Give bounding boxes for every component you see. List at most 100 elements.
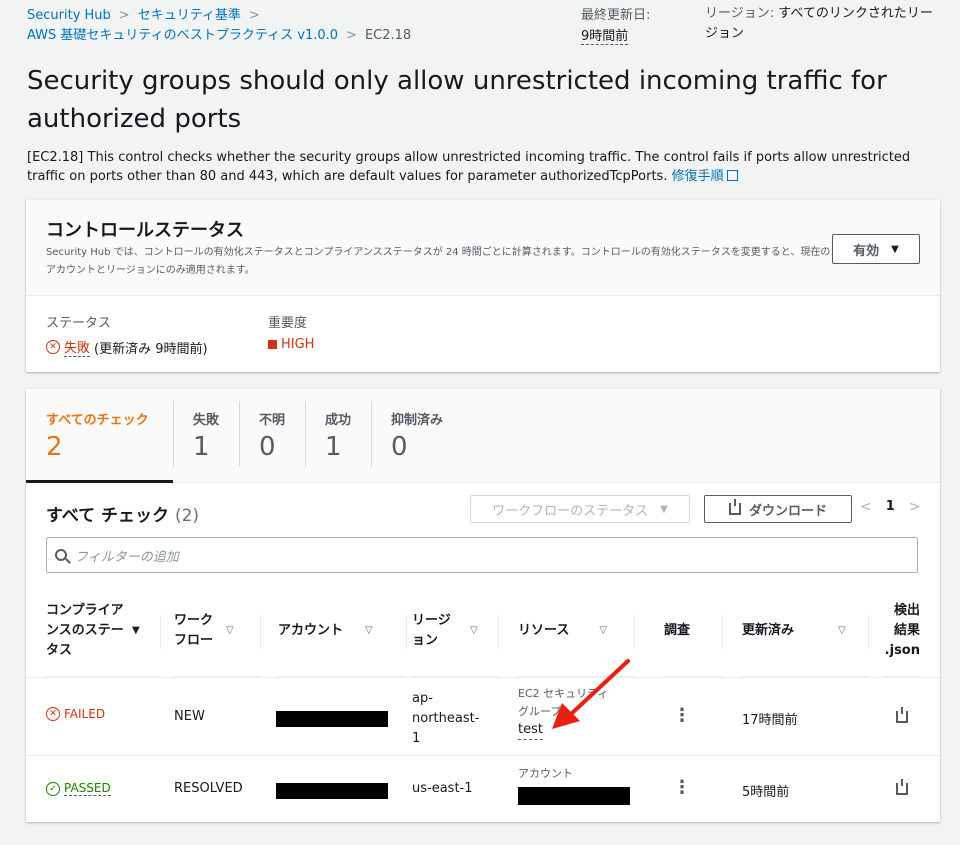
col-json-label: 検出結果 .json [884, 602, 920, 658]
page-number[interactable]: 1 [886, 499, 895, 515]
col-account-label: アカウント [278, 622, 344, 638]
divider [722, 615, 723, 649]
divider [498, 615, 499, 649]
severity-square-icon [268, 340, 277, 349]
row2-status-text: PASSED [64, 781, 111, 796]
divider [26, 755, 940, 756]
workflow-dropdown-label: ワークフローのステータス [492, 503, 649, 519]
breadcrumb-standard-name[interactable]: AWS 基礎セキュリティのベストプラクティス v1.0.0 [27, 28, 338, 43]
tab-count: 0 [259, 432, 276, 462]
breadcrumb-row2: AWS 基礎セキュリティのベストプラクティス v1.0.0 > EC2.18 [27, 24, 411, 43]
row1-updated: 17時間前 [742, 713, 798, 728]
tab-label: 失敗 [193, 413, 220, 428]
tab-failed[interactable]: 失敗 1 [173, 389, 239, 483]
tab-count: 2 [46, 432, 63, 462]
severity-value: HIGH [281, 337, 315, 352]
download-button[interactable]: ダウンロード [704, 495, 852, 523]
divider [406, 615, 407, 649]
divider [868, 615, 869, 649]
pagination: < 1 > [860, 499, 921, 515]
search-icon [55, 549, 67, 561]
next-page-icon[interactable]: > [909, 499, 921, 515]
chevron-right-icon: > [118, 8, 130, 23]
breadcrumb-current: EC2.18 [364, 28, 412, 43]
tab-unknown[interactable]: 不明 0 [239, 389, 305, 483]
remediation-link-label: 修復手順 [671, 169, 724, 184]
sort-icon: ▽ [226, 624, 234, 636]
enabled-dropdown-label: 有効 [853, 243, 880, 259]
control-status-title: コントロールステータス [46, 220, 244, 241]
caret-down-icon: ▼ [891, 243, 899, 255]
breadcrumb-standards[interactable]: セキュリティ基準 [138, 8, 241, 23]
kebab-icon[interactable]: ⋮ [673, 777, 691, 798]
tab-count: 0 [391, 432, 408, 462]
row1-json[interactable] [896, 707, 908, 723]
workflow-status-dropdown[interactable]: ワークフローのステータス ▼ [470, 495, 690, 523]
row2-account-redacted [276, 783, 388, 799]
last-updated: 最終更新日: 9時間前 [581, 4, 691, 45]
description-text: [EC2.18] This control checks whether the… [27, 150, 911, 184]
col-region[interactable]: リージョン ▽ [412, 585, 498, 677]
download-icon [728, 499, 741, 515]
row1-account-redacted [276, 711, 388, 727]
status-note: (更新済み 9時間前) [94, 341, 208, 357]
row1-resource-link[interactable]: test [518, 721, 543, 740]
remediation-link[interactable]: 修復手順 [672, 169, 738, 184]
row2-region: us-east-1 [412, 781, 473, 796]
col-account[interactable]: アカウント ▽ [278, 585, 406, 677]
col-json: 検出結果 .json [884, 585, 920, 677]
download-icon [896, 707, 908, 723]
sort-desc-icon: ▼ [132, 624, 140, 636]
page-title: Security groups should only allow unrest… [27, 66, 887, 134]
download-button-label: ダウンロード [748, 503, 827, 519]
caret-down-icon: ▼ [660, 503, 668, 515]
sort-icon: ▽ [365, 624, 373, 636]
row2-updated: 5時間前 [742, 785, 790, 800]
divider [26, 677, 940, 678]
external-link-icon [726, 170, 738, 181]
tab-count: 1 [193, 432, 210, 462]
row2-resource-type: アカウント [518, 767, 573, 780]
divider [160, 615, 161, 649]
region-info: リージョン: すべてのリンクされたリージョン [705, 4, 945, 44]
checks-title-text: すべて チェック [46, 506, 170, 526]
row1-region: ap-northeast-1 [412, 691, 480, 746]
control-status-panel: コントロールステータス Security Hub では、コントロールの有効化ステ… [26, 200, 940, 372]
status-field: ステータス ✕ 失敗 (更新済み 9時間前) [46, 312, 208, 357]
col-compliance[interactable]: コンプライアンスのステータス ▼ [46, 585, 160, 677]
tab-count: 1 [325, 432, 342, 462]
col-compliance-label: コンプライアンスのステータス [46, 602, 124, 658]
kebab-icon[interactable]: ⋮ [673, 705, 691, 726]
last-updated-value: 9時間前 [581, 29, 629, 45]
breadcrumb: Security Hub > セキュリティ基準 > [27, 4, 268, 23]
col-updated-label: 更新済み [742, 622, 795, 638]
tab-label: 成功 [325, 413, 352, 428]
sort-icon: ▽ [470, 624, 478, 636]
last-updated-label: 最終更新日: [581, 8, 651, 23]
col-workflow[interactable]: ワークフロー ▽ [174, 585, 260, 677]
top-bar: Security Hub > セキュリティ基準 > AWS 基礎セキュリティのベストプ… [27, 4, 937, 45]
tab-suppressed[interactable]: 抑制済み 0 [371, 389, 471, 483]
chevron-right-icon: > [248, 8, 260, 23]
tab-all-checks[interactable]: すべてのチェック 2 [26, 389, 173, 483]
divider [634, 615, 635, 649]
row1-workflow: NEW [174, 709, 205, 724]
check-tabs: すべてのチェック 2 失敗 1 不明 0 成功 1 抑制済み 0 [26, 389, 940, 483]
control-status-subtitle: Security Hub では、コントロールの有効化ステータスとコンプライアンス… [46, 247, 831, 276]
filter-placeholder: フィルターの追加 [75, 549, 179, 565]
col-region-label: リージョン [412, 612, 451, 648]
col-resource-label: リソース [518, 622, 570, 638]
enabled-dropdown[interactable]: 有効 ▼ [832, 234, 920, 264]
filter-input[interactable]: フィルターの追加 [46, 537, 918, 573]
row2-resource-redacted [518, 787, 630, 805]
prev-page-icon[interactable]: < [860, 499, 872, 515]
sort-icon: ▽ [599, 624, 608, 636]
row1-status-text: FAILED [64, 707, 106, 721]
breadcrumb-security-hub[interactable]: Security Hub [27, 8, 111, 23]
tab-passed[interactable]: 成功 1 [305, 389, 371, 483]
row2-json[interactable] [896, 779, 908, 795]
col-updated[interactable]: 更新済み ▽ [742, 585, 868, 677]
tab-label: すべてのチェック [46, 413, 149, 428]
status-value: 失敗 [64, 337, 91, 357]
tab-label: 抑制済み [391, 413, 444, 428]
